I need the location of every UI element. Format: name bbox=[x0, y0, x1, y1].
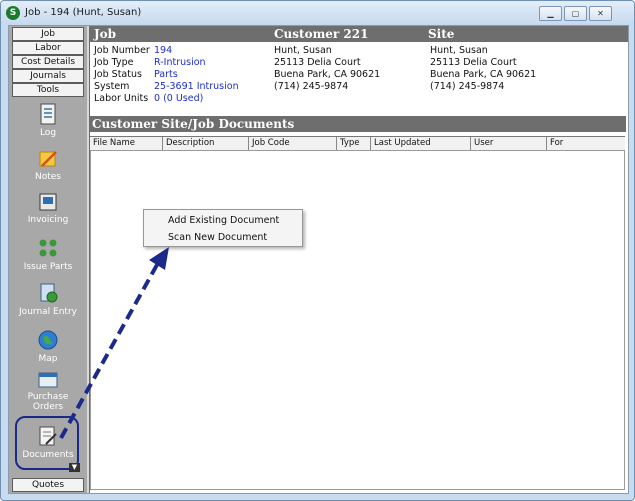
sidebar-item-log[interactable]: Log bbox=[9, 103, 87, 138]
tab-cost-details[interactable]: Cost Details bbox=[12, 55, 84, 69]
customer-header: Customer 221 bbox=[270, 26, 424, 42]
app-logo-icon: S bbox=[6, 6, 20, 20]
window-content: Job Labor Cost Details Journals Tools Lo… bbox=[8, 25, 629, 494]
close-button[interactable]: ✕ bbox=[589, 6, 612, 21]
site-address: 25113 Delia Court bbox=[430, 57, 517, 68]
documents-highlight-ring bbox=[15, 416, 79, 470]
documents-column-headers: File Name Description Job Code Type Last… bbox=[90, 136, 625, 151]
sidebar-item-label: Invoicing bbox=[27, 215, 69, 225]
main-panel: Job Customer 221 Site Job Number 194 Job … bbox=[89, 26, 628, 493]
scan-new-document-menu-item[interactable]: Scan New Document bbox=[168, 232, 267, 243]
invoicing-icon bbox=[39, 193, 57, 211]
labor-units-value: 0 (0 Used) bbox=[154, 93, 204, 104]
site-name: Hunt, Susan bbox=[430, 45, 488, 56]
sidebar-item-label: Purchase Orders bbox=[27, 392, 69, 412]
labor-units-row: Labor Units 0 (0 Used) bbox=[94, 93, 204, 104]
site-header: Site bbox=[424, 26, 628, 42]
column-last-updated[interactable]: Last Updated bbox=[370, 137, 471, 150]
system-row: System 25-3691 Intrusion bbox=[94, 81, 239, 92]
map-icon bbox=[38, 330, 58, 350]
sidebar-item-journal-entry[interactable]: Journal Entry bbox=[9, 282, 87, 317]
context-menu: Add Existing Document Scan New Document bbox=[143, 209, 303, 247]
sidebar-item-issue-parts[interactable]: Issue Parts bbox=[9, 237, 87, 272]
sidebar-item-label: Issue Parts bbox=[23, 262, 73, 272]
tab-quotes[interactable]: Quotes bbox=[12, 478, 84, 492]
sidebar-item-label: Log bbox=[39, 128, 57, 138]
maximize-button[interactable]: ▢ bbox=[564, 6, 587, 21]
site-phone: (714) 245-9874 bbox=[430, 81, 505, 92]
column-job-code[interactable]: Job Code bbox=[248, 137, 334, 150]
add-existing-document-menu-item[interactable]: Add Existing Document bbox=[168, 215, 279, 226]
column-file-name[interactable]: File Name bbox=[90, 137, 161, 150]
issue-parts-icon bbox=[39, 239, 57, 257]
column-description[interactable]: Description bbox=[162, 137, 248, 150]
sidebar-item-invoicing[interactable]: Invoicing bbox=[9, 192, 87, 225]
sidebar-item-label: Map bbox=[38, 354, 58, 364]
sidebar-item-label: Notes bbox=[35, 172, 61, 182]
customer-city: Buena Park, CA 90621 bbox=[274, 69, 381, 80]
column-type[interactable]: Type bbox=[336, 137, 368, 150]
customer-phone: (714) 245-9874 bbox=[274, 81, 349, 92]
minimize-button[interactable]: ▁ bbox=[539, 6, 562, 21]
job-number-value: 194 bbox=[154, 45, 173, 56]
customer-name: Hunt, Susan bbox=[274, 45, 332, 56]
column-for[interactable]: For bbox=[546, 137, 626, 150]
sidebar-scroll-down-icon[interactable]: ▼ bbox=[69, 463, 80, 472]
window-title: Job - 194 (Hunt, Susan) bbox=[25, 7, 142, 18]
job-window: S Job - 194 (Hunt, Susan) ▁ ▢ ✕ Job Labo… bbox=[0, 0, 635, 501]
notes-icon bbox=[39, 151, 57, 167]
sidebar-item-label: Journal Entry bbox=[19, 307, 77, 317]
customer-address: 25113 Delia Court bbox=[274, 57, 361, 68]
job-header: Job bbox=[90, 26, 270, 42]
documents-list[interactable] bbox=[90, 150, 625, 490]
job-status-value: Parts bbox=[154, 69, 178, 80]
sidebar: Job Labor Cost Details Journals Tools Lo… bbox=[9, 26, 87, 493]
tab-job[interactable]: Job bbox=[12, 27, 84, 41]
job-status-row: Job Status Parts bbox=[94, 69, 178, 80]
sidebar-item-map[interactable]: Map bbox=[9, 329, 87, 364]
site-city: Buena Park, CA 90621 bbox=[430, 69, 537, 80]
system-value: 25-3691 Intrusion bbox=[154, 81, 239, 92]
tab-tools[interactable]: Tools bbox=[12, 83, 84, 97]
documents-header: Customer Site/Job Documents bbox=[90, 116, 626, 132]
sidebar-item-purchase-orders[interactable]: Purchase Orders bbox=[9, 371, 87, 412]
title-bar[interactable]: S Job - 194 (Hunt, Susan) ▁ ▢ ✕ bbox=[1, 1, 634, 25]
job-number-row: Job Number 194 bbox=[94, 45, 173, 56]
tab-journals[interactable]: Journals bbox=[12, 69, 84, 83]
tab-labor[interactable]: Labor bbox=[12, 41, 84, 55]
job-type-value: R-Intrusion bbox=[154, 57, 206, 68]
purchase-orders-icon bbox=[38, 372, 58, 388]
sidebar-item-notes[interactable]: Notes bbox=[9, 149, 87, 182]
journal-entry-icon bbox=[40, 283, 58, 303]
log-icon bbox=[40, 103, 56, 125]
job-type-row: Job Type R-Intrusion bbox=[94, 57, 206, 68]
column-user[interactable]: User bbox=[470, 137, 546, 150]
